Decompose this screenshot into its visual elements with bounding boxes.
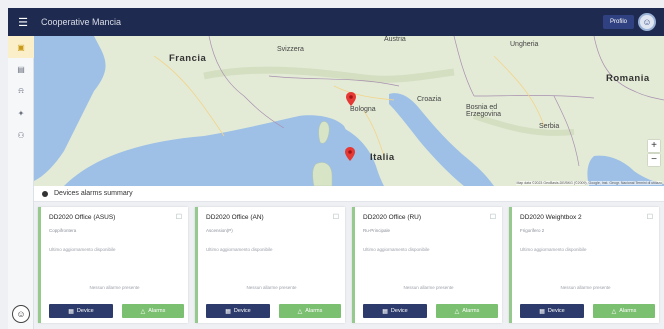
device-card-subtitle: Coppifrontera <box>49 228 77 233</box>
device-card-subtitle: Frigorifero 2 <box>520 228 545 233</box>
app-title: Cooperative Mancia <box>41 17 122 27</box>
map-marker-icon[interactable] <box>345 147 355 161</box>
device-button-label: Device <box>233 308 251 314</box>
close-icon[interactable]: ☐ <box>333 213 339 221</box>
device-card-title: DD2020 Office (AN) <box>206 214 264 221</box>
device-card-status: Nessun allarme presente <box>560 285 611 290</box>
document-icon[interactable]: ▤ <box>8 58 34 80</box>
alarms-button[interactable]: △ Alarms <box>279 304 341 318</box>
alarms-button-label: Alarms <box>148 308 166 314</box>
bell-icon: △ <box>611 308 617 315</box>
device-icon: ▦ <box>68 308 74 315</box>
map-label-austria: Austria <box>384 36 406 43</box>
bell-icon: △ <box>297 308 303 315</box>
summary-bullet-icon <box>42 190 48 197</box>
profile-button[interactable]: Profilo <box>602 15 634 29</box>
zoom-out-button[interactable]: − <box>648 154 660 166</box>
alarms-button[interactable]: △ Alarms <box>436 304 498 318</box>
map-marker-icon[interactable] <box>346 92 356 106</box>
device-card: DD2020 Office (RU) ☐ Ru-Principale Ultim… <box>352 207 502 323</box>
device-button[interactable]: ▦ Device <box>49 304 113 318</box>
map-attribution: Map data ©2023 GeoBasis-DE/BKG (©2009), … <box>516 181 662 185</box>
alarms-button-label: Alarms <box>305 308 323 314</box>
close-icon[interactable]: ☐ <box>176 213 182 221</box>
bell-icon: △ <box>454 308 460 315</box>
device-button[interactable]: ▦ Device <box>520 304 584 318</box>
map-label-svizzera: Svizzera <box>277 46 304 53</box>
alarms-button[interactable]: △ Alarms <box>122 304 184 318</box>
folder-icon[interactable]: ▣ <box>8 36 34 58</box>
device-button-label: Device <box>390 308 408 314</box>
bell-icon[interactable]: ⍾ <box>8 80 34 102</box>
device-card-status: Nessun allarme presente <box>246 285 297 290</box>
device-cards: DD2020 Office (ASUS) ☐ Coppifrontera Ult… <box>38 207 659 323</box>
map-background <box>34 36 664 186</box>
users-icon[interactable]: ⚇ <box>8 124 34 146</box>
alarms-summary-header: Devices alarms summary <box>34 186 664 202</box>
user-avatar-icon[interactable]: ☺ <box>638 13 656 31</box>
map-label-bosnia: Bosnia ed Erzegovina <box>466 104 502 118</box>
close-icon[interactable]: ☐ <box>647 213 653 221</box>
device-card-title: DD2020 Office (RU) <box>363 214 422 221</box>
bell-icon: △ <box>140 308 146 315</box>
device-card-subtitle: Ascension(P) <box>206 228 233 233</box>
map-label-croazia: Croazia <box>417 96 442 103</box>
hamburger-icon[interactable]: ☰ <box>13 16 33 29</box>
map-label-francia: Francia <box>169 53 207 64</box>
device-icon: ▦ <box>225 308 231 315</box>
device-card-title: DD2020 Weightbox 2 <box>520 214 582 221</box>
map-label-serbia: Serbia <box>539 123 560 130</box>
help-icon[interactable]: ☺ <box>12 305 30 323</box>
device-icon: ▦ <box>382 308 388 315</box>
map-view[interactable]: Francia Svizzera Austria Ungheria Romani… <box>34 36 664 186</box>
device-card-title: DD2020 Office (ASUS) <box>49 214 116 221</box>
device-card: DD2020 Office (AN) ☐ Ascension(P) Ultimo… <box>195 207 345 323</box>
device-button-label: Device <box>547 308 565 314</box>
device-button[interactable]: ▦ Device <box>206 304 270 318</box>
sidebar: ▣ ▤ ⍾ ✦ ⚇ ☺ <box>8 36 34 329</box>
map-label-ungheria: Ungheria <box>510 41 539 48</box>
device-card-subtitle: Ru-Principale <box>363 228 391 233</box>
device-card-description: Ultimo aggiornamento disponibile <box>206 247 273 252</box>
device-card-status: Nessun allarme presente <box>403 285 454 290</box>
device-card: DD2020 Office (ASUS) ☐ Coppifrontera Ult… <box>38 207 188 323</box>
device-card-description: Ultimo aggiornamento disponibile <box>363 247 430 252</box>
close-icon[interactable]: ☐ <box>490 213 496 221</box>
top-app-bar: ☰ Cooperative Mancia Profilo ☺ <box>8 8 664 36</box>
device-card-status: Nessun allarme presente <box>89 285 140 290</box>
alarms-summary-title: Devices alarms summary <box>54 190 133 197</box>
map-label-italia: Italia <box>370 152 395 163</box>
zoom-in-button[interactable]: + <box>648 140 660 152</box>
alarms-button-label: Alarms <box>462 308 480 314</box>
map-label-bologna: Bologna <box>350 106 376 113</box>
device-card-description: Ultimo aggiornamento disponibile <box>49 247 116 252</box>
alarms-button[interactable]: △ Alarms <box>593 304 655 318</box>
alarms-button-label: Alarms <box>619 308 637 314</box>
device-button-label: Device <box>76 308 94 314</box>
device-button[interactable]: ▦ Device <box>363 304 427 318</box>
device-icon: ▦ <box>539 308 545 315</box>
device-card: DD2020 Weightbox 2 ☐ Frigorifero 2 Ultim… <box>509 207 659 323</box>
device-card-description: Ultimo aggiornamento disponibile <box>520 247 587 252</box>
map-label-romania: Romania <box>606 73 650 84</box>
gear-icon[interactable]: ✦ <box>8 102 34 124</box>
